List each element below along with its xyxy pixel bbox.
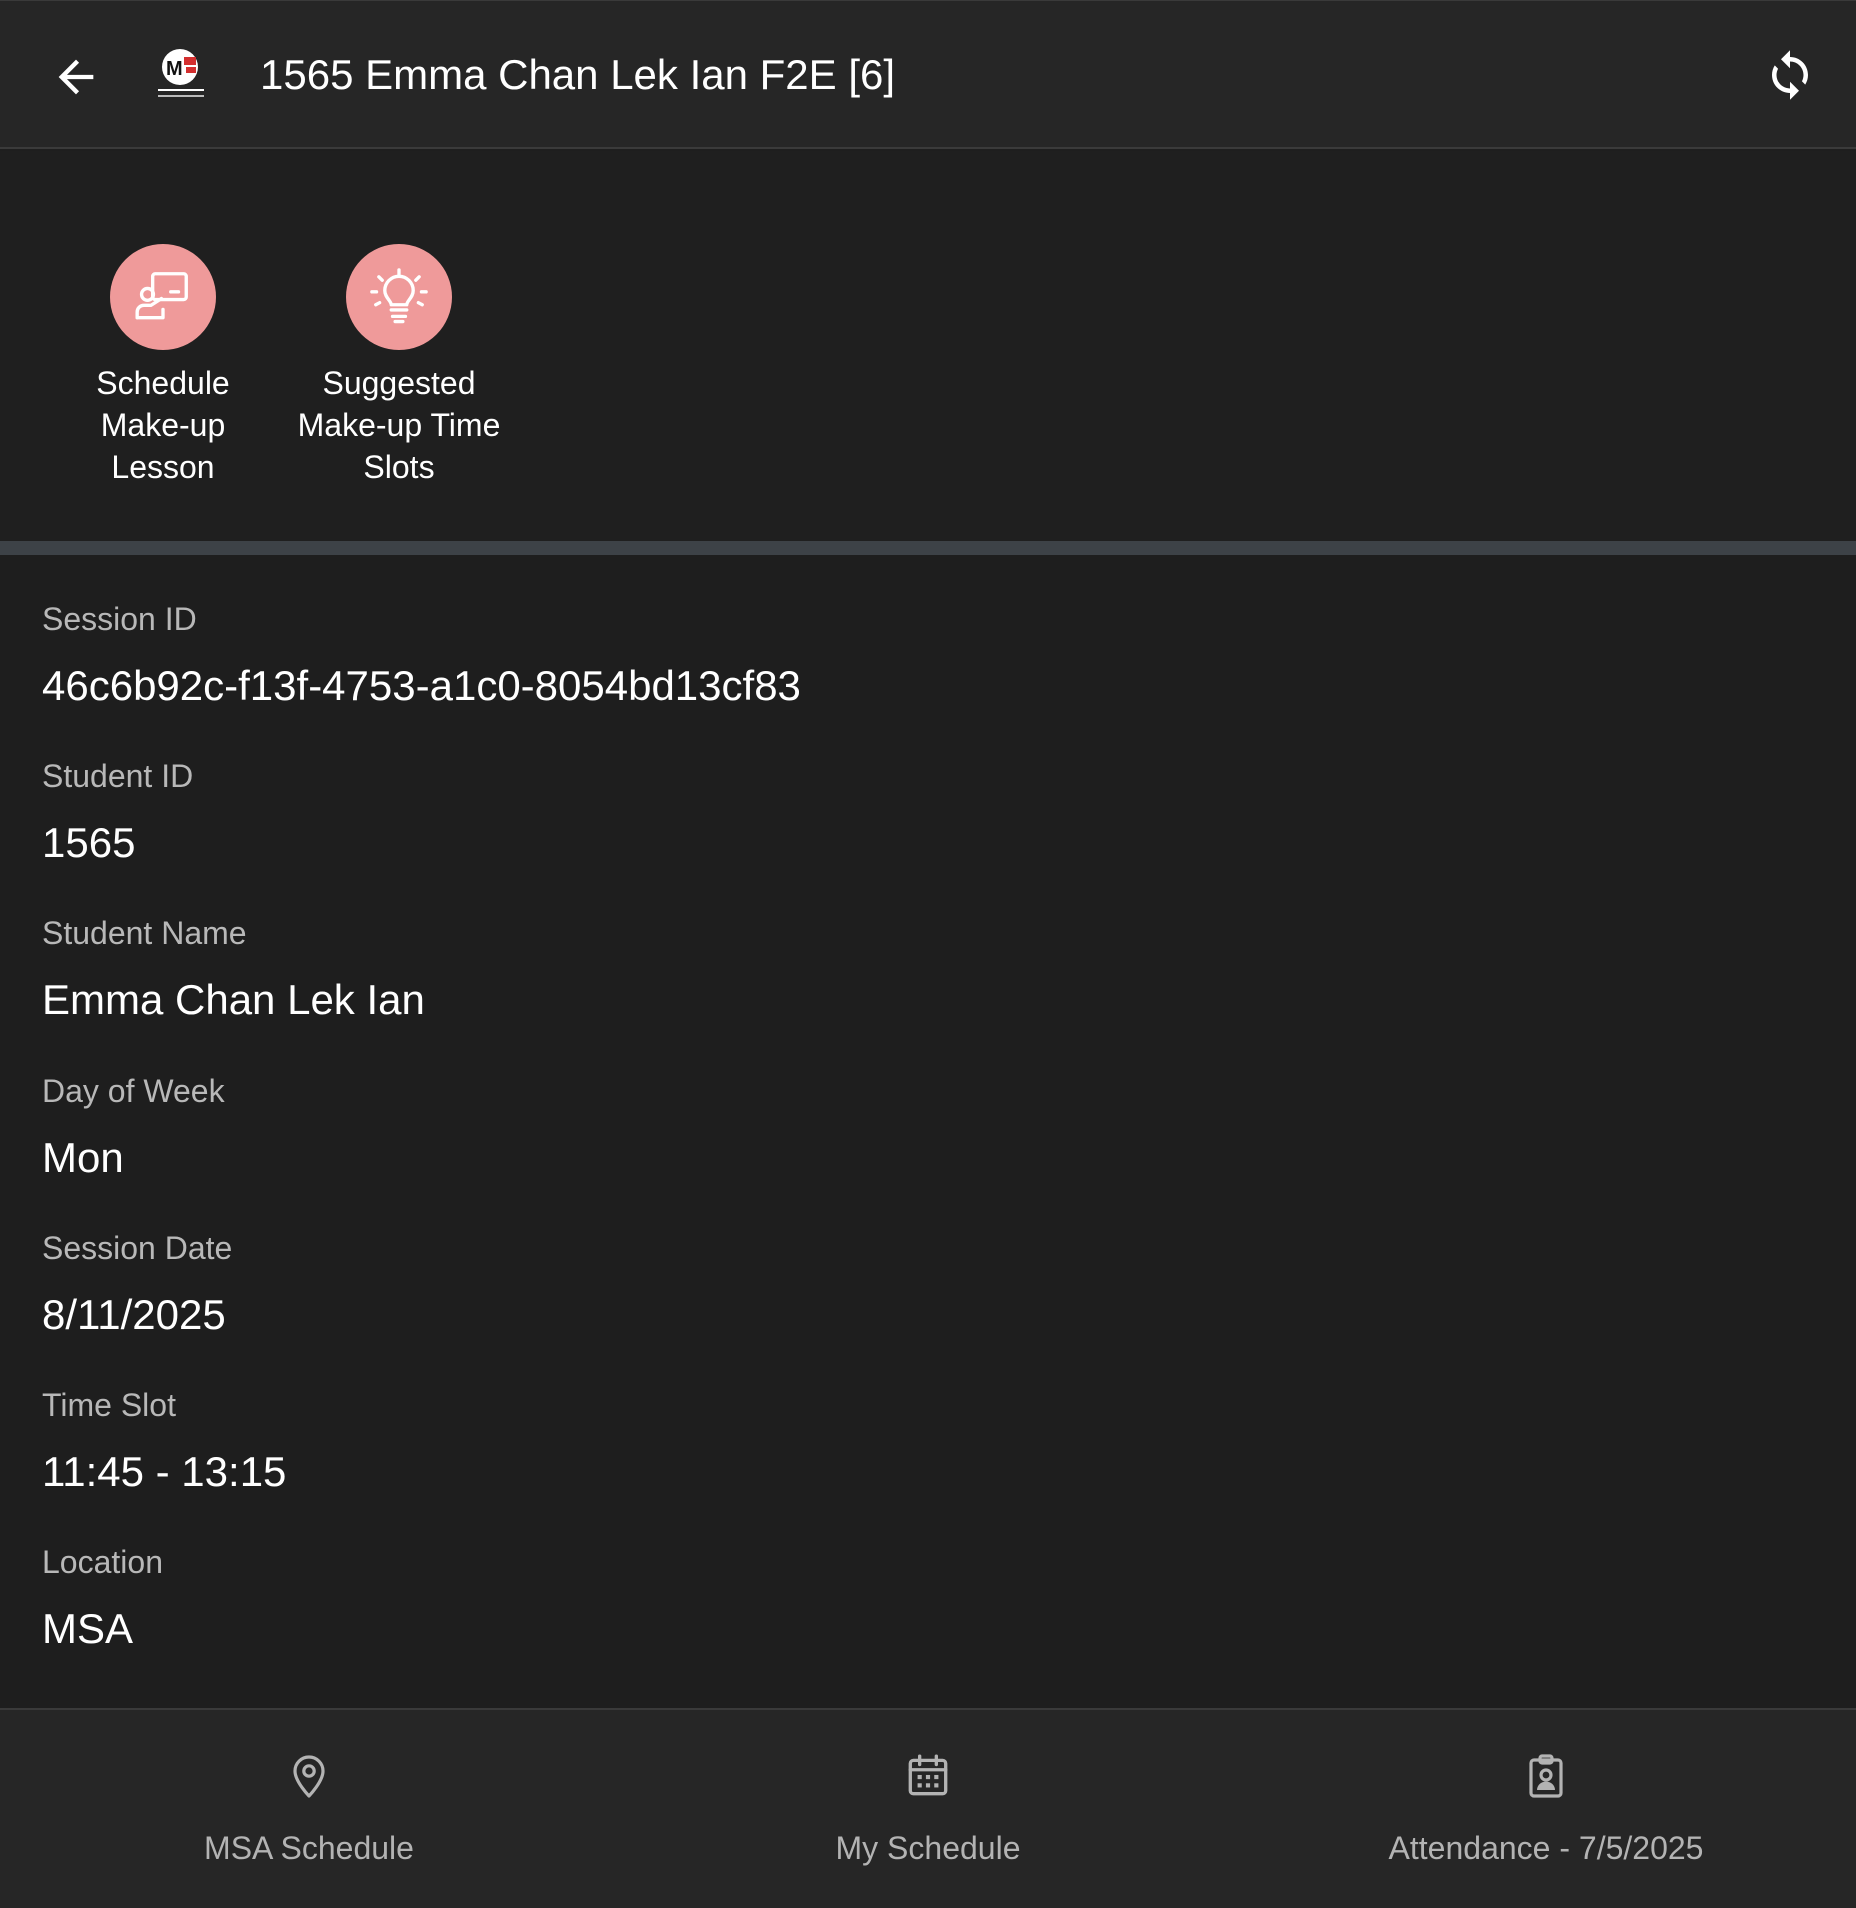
field-student-id: Student ID 1565 — [42, 756, 193, 868]
page-title: 1565 Emma Chan Lek Ian F2E [6] — [260, 51, 896, 98]
app-root: M 1565 Emma Chan Lek Ian F2E [6] Schedul… — [0, 0, 1856, 1908]
suggested-timeslots-button[interactable]: Suggested Make-up Time Slots — [281, 244, 517, 488]
field-value: Emma Chan Lek Ian — [42, 976, 425, 1023]
schedule-makeup-circle — [110, 244, 216, 350]
nav-label: My Schedule — [835, 1830, 1021, 1866]
field-label: Location — [42, 1544, 163, 1580]
nav-label: MSA Schedule — [204, 1830, 414, 1866]
field-value: MSA — [42, 1605, 134, 1652]
field-value: 1565 — [42, 819, 136, 866]
field-student-name: Student Name Emma Chan Lek Ian — [42, 913, 425, 1025]
field-session-id: Session ID 46c6b92c-f13f-4753-a1c0-8054b… — [42, 599, 801, 711]
field-value: 11:45 - 13:15 — [42, 1448, 287, 1495]
field-day-of-week: Day of Week Mon — [42, 1071, 225, 1183]
sync-icon — [1772, 50, 1808, 100]
field-time-slot: Time Slot 11:45 - 13:15 — [42, 1385, 286, 1497]
field-value: 46c6b92c-f13f-4753-a1c0-8054bd13cf83 — [42, 662, 801, 709]
field-location: Location MSA — [42, 1542, 163, 1654]
svg-text:M: M — [166, 58, 183, 80]
calendar-icon — [900, 1748, 956, 1804]
nav-attendance[interactable]: Attendance - 7/5/2025 — [1237, 1710, 1855, 1908]
top-app-bar: M 1565 Emma Chan Lek Ian F2E [6] — [0, 0, 1856, 149]
field-value: 8/11/2025 — [42, 1291, 226, 1338]
field-session-date: Session Date 8/11/2025 — [42, 1228, 232, 1340]
field-label: Time Slot — [42, 1387, 176, 1423]
suggested-timeslots-label: Suggested Make-up Time Slots — [297, 365, 501, 485]
session-details: Session ID 46c6b92c-f13f-4753-a1c0-8054b… — [0, 555, 1856, 1708]
arrow-left-icon — [58, 59, 94, 95]
suggested-timeslots-circle — [346, 244, 452, 350]
actions-panel: Schedule Make-up Lesson Suggested Make-u… — [0, 151, 1856, 541]
nav-label: Attendance - 7/5/2025 — [1388, 1830, 1704, 1866]
schedule-makeup-label: Schedule Make-up Lesson — [96, 365, 230, 485]
schedule-makeup-lesson-button[interactable]: Schedule Make-up Lesson — [45, 244, 281, 488]
field-label: Session Date — [42, 1230, 233, 1266]
field-label: Student ID — [42, 758, 194, 794]
map-pin-icon — [281, 1748, 337, 1804]
teacher-board-icon — [135, 272, 188, 320]
field-label: Session ID — [42, 601, 197, 637]
section-divider — [0, 541, 1856, 555]
nav-msa-schedule[interactable]: MSA Schedule — [0, 1710, 618, 1908]
back-button[interactable] — [38, 39, 114, 115]
bottom-navigation: MSA Schedule My Schedule Attendance - 7/… — [0, 1708, 1856, 1908]
msa-logo: M — [150, 45, 214, 105]
lightbulb-icon — [370, 268, 428, 324]
field-label: Student Name — [42, 915, 247, 951]
field-label: Day of Week — [42, 1073, 225, 1109]
sync-button[interactable] — [1752, 37, 1828, 113]
nav-my-schedule[interactable]: My Schedule — [619, 1710, 1237, 1908]
clipboard-user-icon — [1518, 1748, 1574, 1804]
field-value: Mon — [42, 1134, 124, 1181]
